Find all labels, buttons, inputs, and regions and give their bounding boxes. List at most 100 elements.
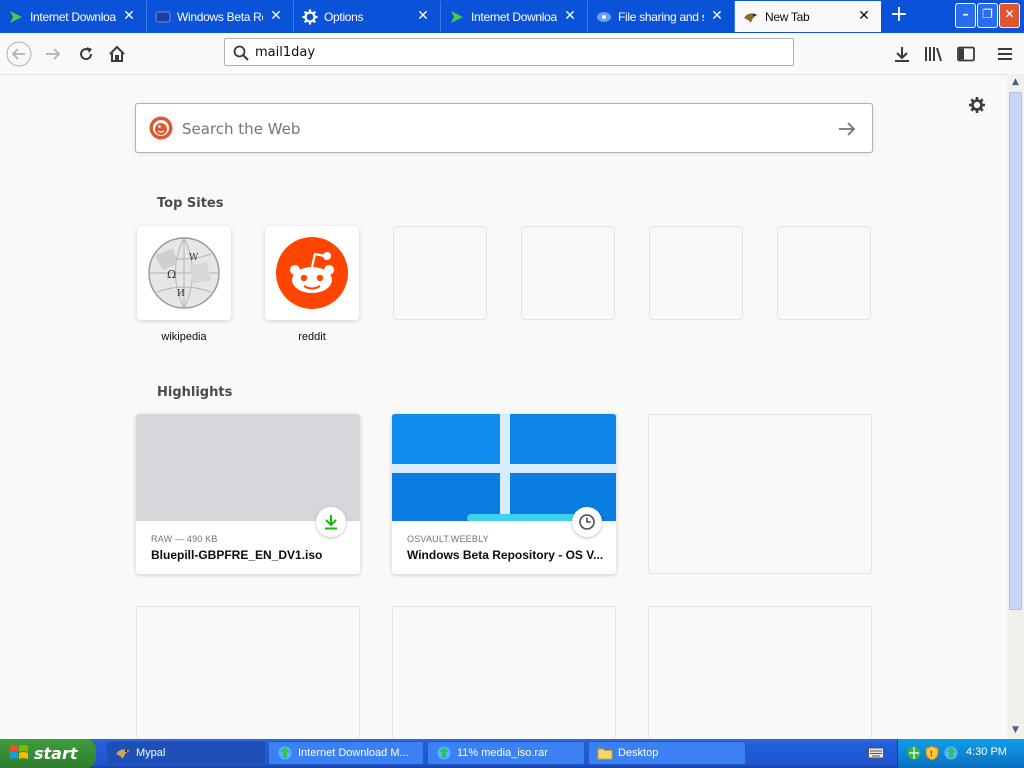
tab-close-icon[interactable]: ✕ [563,9,577,23]
highlight-context: OSVAULT.WEEBLY [407,534,489,544]
top-site-tile-wikipedia[interactable]: Ω W И [137,226,231,320]
idm-arrow-icon [8,9,24,25]
address-bar[interactable] [224,38,794,66]
home-icon [109,45,125,62]
search-submit-arrow-icon[interactable] [836,118,858,140]
tab-windows-beta[interactable]: Windows Beta Re ✕ [147,1,294,32]
folder-icon [597,745,613,761]
vertical-scrollbar[interactable]: ▲ ▼ [1007,74,1024,739]
scroll-down-arrow-icon[interactable]: ▼ [1009,724,1022,737]
windows-flag-icon [9,743,29,765]
tab-new-tab[interactable]: New Tab ✕ [735,1,881,32]
tab-internet-download-1[interactable]: Internet Download ✕ [0,1,147,32]
top-site-tile-reddit[interactable] [265,226,359,320]
tab-close-icon[interactable]: ✕ [269,9,283,23]
sidebar-button[interactable] [953,41,979,67]
tab-options[interactable]: Options ✕ [294,1,441,32]
taskbar-item-desktop[interactable]: Desktop [588,741,746,765]
highlight-card-download[interactable]: RAW — 490 KB Bluepill-GBPFRE_EN_DV1.iso [136,414,360,574]
tab-file-sharing[interactable]: File sharing and st ✕ [588,1,735,32]
close-window-button[interactable]: ✕ [999,3,1020,28]
back-arrow-icon [6,41,32,67]
forward-button[interactable] [40,41,66,67]
tab-close-icon[interactable]: ✕ [710,9,724,23]
download-icon [895,47,909,62]
reddit-alien-icon [276,237,348,309]
scrollbar-thumb[interactable] [1009,92,1022,610]
system-tray: ! 4:30 PM [897,739,1024,768]
top-site-empty-slot [521,226,615,320]
highlight-empty-slot [392,606,616,739]
library-icon [925,47,942,62]
taskbar-item-label: 11% media_iso.rar [457,747,548,759]
security-shield-icon[interactable]: ! [925,745,939,764]
start-button[interactable]: start [0,739,96,768]
mypal-icon [115,745,131,761]
menu-button[interactable] [992,41,1018,67]
download-icon [316,507,346,537]
tab-label: File sharing and st [618,9,704,24]
top-site-empty-slot [777,226,871,320]
search-icon [233,45,249,64]
taskbar-item-download-progress[interactable]: 11% media_iso.rar [427,741,585,765]
back-button[interactable] [6,41,32,67]
file-sharing-icon [596,9,612,25]
minimize-button[interactable]: – [955,3,976,28]
tab-close-icon[interactable]: ✕ [122,9,136,23]
mypal-icon [743,9,759,25]
idm-globe-icon [277,745,293,761]
tab-label: Windows Beta Re [177,9,263,24]
highlight-title: Windows Beta Repository - OS V... [407,548,604,562]
windows-beta-icon [155,9,171,25]
newtab-settings-button[interactable] [966,94,988,116]
top-sites-heading: Top Sites [157,196,224,211]
new-tab-button[interactable]: + [885,4,913,28]
top-site-label: reddit [298,331,326,343]
restore-button[interactable]: ❐ [977,3,998,28]
clock-icon [572,507,602,537]
start-label: start [34,744,78,763]
taskbar-item-label: Desktop [618,747,659,759]
highlight-empty-slot [136,606,360,739]
tab-close-icon[interactable]: ✕ [857,9,871,23]
navigation-toolbar [0,33,1024,75]
tab-label: New Tab [765,9,810,24]
network-icon[interactable] [906,745,922,764]
highlight-empty-slot [648,414,872,574]
web-search-input[interactable] [182,118,802,140]
keyboard-icon[interactable] [868,747,884,759]
highlight-context: RAW — 490 KB [151,534,218,544]
idm-arrow-icon [449,9,465,25]
scroll-up-arrow-icon[interactable]: ▲ [1009,76,1022,89]
downloads-button[interactable] [889,41,915,67]
taskbar-item-internet-download-manager[interactable]: Internet Download M... [268,741,424,765]
tab-label: Internet Download [471,9,557,24]
highlight-card-windows-beta[interactable]: OSVAULT.WEEBLY Windows Beta Repository -… [392,414,616,574]
reload-icon [80,47,93,61]
taskbar-item-label: Internet Download M... [298,747,409,759]
home-button[interactable] [104,41,130,67]
reload-button[interactable] [73,41,99,67]
taskbar-item-label: Mypal [136,747,166,759]
web-search-box[interactable] [135,103,873,153]
idm-tray-icon[interactable] [943,745,959,764]
tab-close-icon[interactable]: ✕ [416,9,430,23]
windows-taskbar: start Mypal Internet Download M... 11% m… [0,739,1024,768]
wikipedia-globe-icon: Ω W И [148,237,220,309]
svg-text:W: W [189,253,199,263]
url-input[interactable] [255,42,775,62]
taskbar-item-mypal[interactable]: Mypal [106,741,266,765]
library-button[interactable] [921,41,947,67]
sidebar-icon [957,46,975,62]
highlight-thumbnail [136,414,360,521]
tab-strip: Internet Download ✕ Windows Beta Re ✕ Op… [0,0,1024,33]
svg-text:И: И [177,289,185,299]
tab-label: Internet Download [30,9,116,24]
top-site-label: wikipedia [161,331,207,343]
duckduckgo-icon [149,116,173,140]
highlight-title: Bluepill-GBPFRE_EN_DV1.iso [151,548,323,562]
top-site-empty-slot [393,226,487,320]
tab-internet-download-2[interactable]: Internet Download ✕ [441,1,588,32]
tab-label: Options [324,9,364,24]
highlights-heading: Highlights [157,385,233,400]
